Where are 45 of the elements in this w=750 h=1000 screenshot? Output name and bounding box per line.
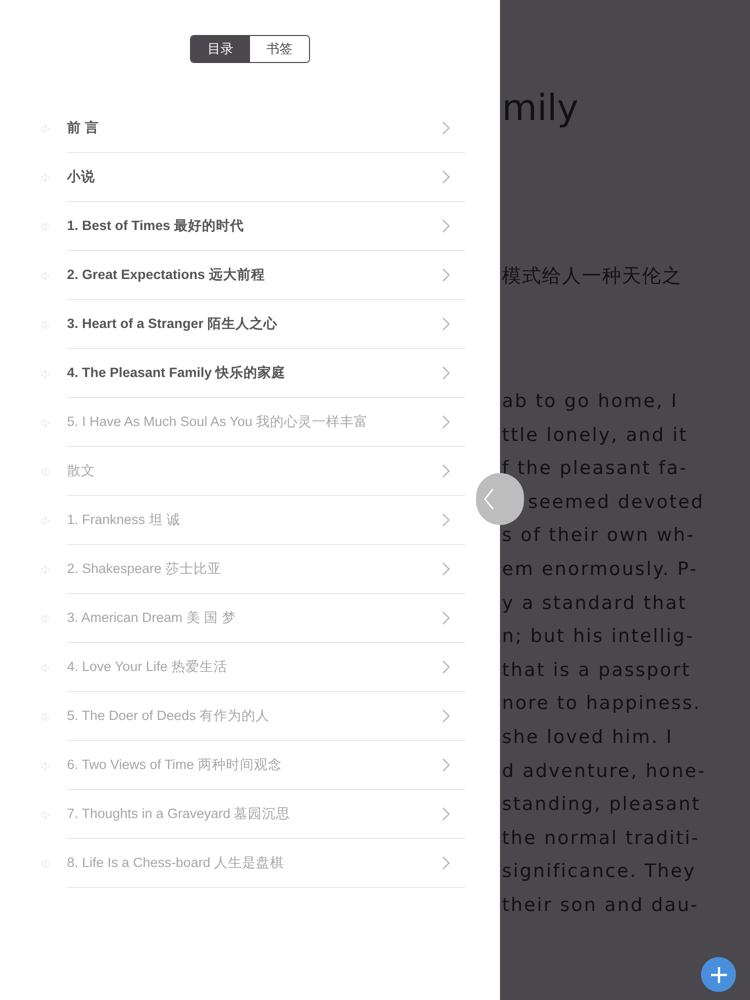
chevron-right-icon <box>442 415 450 429</box>
text-line: d adventure, hone- <box>502 760 707 784</box>
text-line: significance. They <box>502 860 697 884</box>
chevron-right-icon <box>442 611 450 625</box>
chevron-right-icon <box>442 856 450 870</box>
chevron-right-icon <box>442 513 450 527</box>
chevron-right-icon <box>442 562 450 576</box>
text-line: 模式给人一种天伦之 <box>502 264 683 289</box>
chevron-right-icon <box>442 121 450 135</box>
text-line: standing, pleasant <box>502 793 702 818</box>
chevron-right-icon <box>442 219 450 233</box>
chevron-right-icon <box>442 268 450 282</box>
chapter-item[interactable]: 3. Heart of a Stranger 陌生人之心 <box>67 300 465 349</box>
text-line: f the pleasant fa- <box>502 457 689 482</box>
text-line: y a standard that <box>502 592 688 616</box>
chapter-item[interactable]: 2. Great Expectations 远大前程 <box>67 251 465 300</box>
chevron-right-icon <box>442 317 450 331</box>
chevron-right-icon <box>442 758 450 772</box>
text-line: n; but his intellig- <box>502 625 696 650</box>
chapter-item[interactable]: 1. Best of Times 最好的时代 <box>67 202 465 251</box>
chevron-right-icon <box>442 807 450 821</box>
chevron-right-icon <box>442 464 450 478</box>
text-line: s of their own wh- <box>502 524 696 548</box>
chapter-heading: mily <box>502 88 580 131</box>
chevron-right-icon <box>442 709 450 723</box>
chapter-item[interactable]: 前 言 <box>67 104 465 153</box>
text-line: that is a passport <box>502 658 692 683</box>
chevron-right-icon <box>442 170 450 184</box>
chevron-right-icon <box>442 366 450 380</box>
text-line: she loved him. I <box>502 726 674 750</box>
collapse-handle[interactable] <box>476 473 524 525</box>
chevron-left-icon <box>484 488 494 510</box>
tab[interactable]: 目录 <box>191 36 250 62</box>
text-line: the normal traditi- <box>502 826 701 851</box>
text-line: their son and dau- <box>502 894 700 918</box>
text-line: ttle lonely, and it <box>502 424 689 448</box>
text-line: em enormously. P- <box>502 558 699 582</box>
text-line: nore to happiness. <box>502 692 702 716</box>
chapter-item[interactable]: 小说 <box>67 153 465 202</box>
chapter-item[interactable]: 4. The Pleasant Family 快乐的家庭 <box>67 349 465 398</box>
add-button[interactable] <box>701 957 736 992</box>
plus-icon <box>710 966 728 984</box>
text-line: ab to go home, I <box>502 390 680 414</box>
text-line: seemed devoted <box>527 490 706 515</box>
chevron-right-icon <box>442 660 450 674</box>
